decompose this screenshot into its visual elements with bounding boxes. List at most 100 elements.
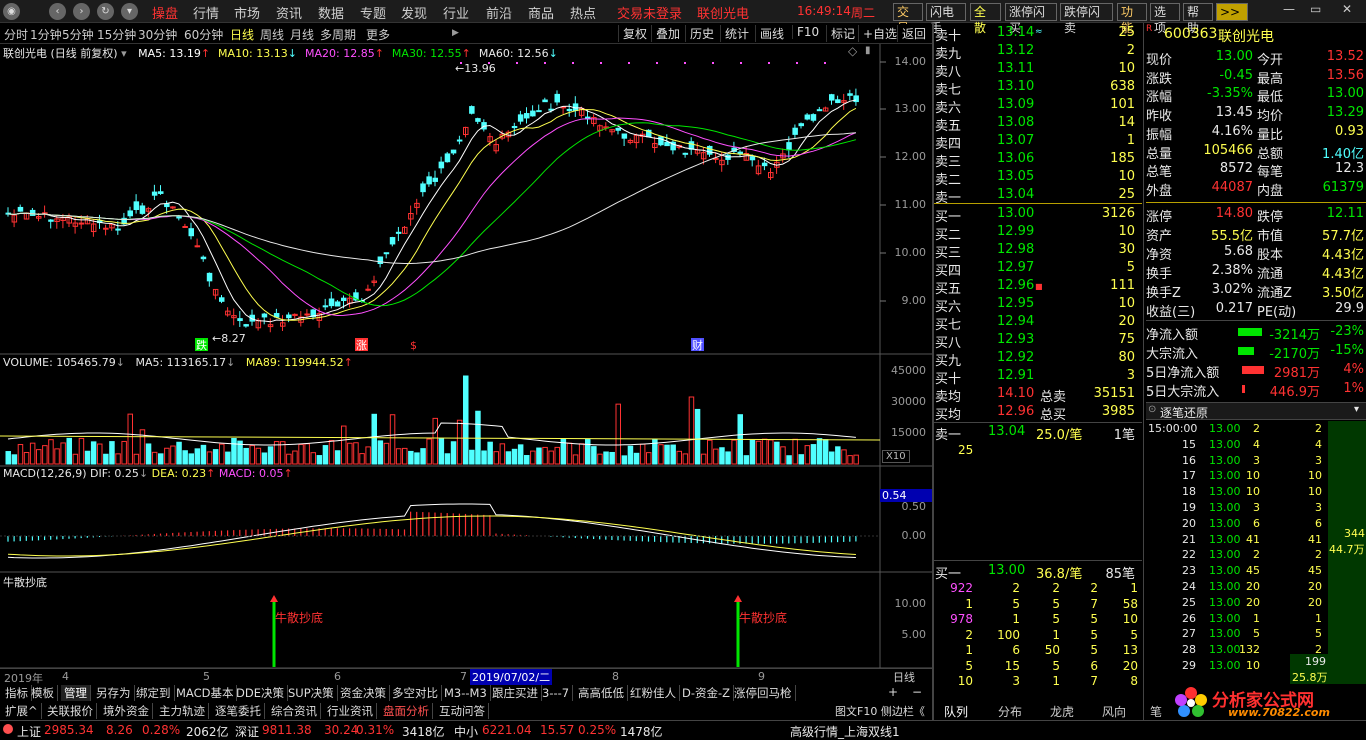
menu-dropdown-icon[interactable]: ▾ [121, 3, 138, 20]
menu-2[interactable]: 市场 [234, 3, 260, 22]
ask-row[interactable]: 卖六 13.09 101 [935, 96, 1141, 116]
tool-0[interactable]: 复权 [618, 25, 647, 42]
ask-row[interactable]: 卖七 13.10 638 [935, 78, 1141, 98]
tool-8[interactable]: 返回 [897, 25, 926, 42]
tool-5[interactable]: F10 [792, 25, 819, 39]
bottom-tab-2[interactable]: 境外资金 [100, 703, 153, 719]
minimize-icon[interactable]: — [1283, 2, 1295, 16]
indicator-tab-2[interactable]: 管理 [61, 685, 91, 701]
right-tab-4[interactable]: 笔 [1150, 703, 1162, 720]
remove-indicator-icon[interactable]: − [912, 685, 922, 699]
index-name[interactable]: 中小 [454, 723, 478, 740]
x-axis-period[interactable]: 日线 [893, 669, 915, 685]
ask-row[interactable]: 卖五 13.08 14 [935, 114, 1141, 134]
tool-2[interactable]: 历史 [685, 25, 714, 42]
bottom-tab-1[interactable]: 关联报价 [44, 703, 97, 719]
tool-1[interactable]: 叠加 [651, 25, 680, 42]
bid-row[interactable]: 买六 12.95 10 [935, 295, 1141, 315]
app-logo-icon[interactable]: ◉ [3, 3, 20, 20]
top-button-6[interactable]: 选项 [1150, 3, 1180, 35]
indicator-tab-5[interactable]: MACD基本 [173, 685, 238, 701]
back-icon[interactable]: ‹ [49, 3, 66, 20]
close-icon[interactable]: ✕ [1342, 2, 1352, 16]
right-tab-1[interactable]: 分布 [998, 703, 1022, 720]
ask-row[interactable]: 卖八 13.11 10 [935, 60, 1141, 80]
bid-row[interactable]: 买四 12.97 5 [935, 259, 1141, 279]
top-button-3[interactable]: 涨停闪买 [1005, 3, 1057, 35]
bid-row[interactable]: 买十 12.91 3 [935, 367, 1141, 387]
connection-status[interactable]: 高级行情_上海双线1 [790, 723, 900, 740]
menu-4[interactable]: 数据 [318, 3, 344, 22]
ask-row[interactable]: 卖三 13.06 185 [935, 150, 1141, 170]
bottom-tab-3[interactable]: 主力轨迹 [156, 703, 209, 719]
menu-0[interactable]: 操盘 [152, 3, 178, 22]
indicator-tab-8[interactable]: 资金决策 [337, 685, 390, 701]
indicator-tab-6[interactable]: DDE决策 [233, 685, 288, 701]
ticks-collapse-icon[interactable]: ⊙ [1148, 404, 1156, 415]
right-tab-2[interactable]: 龙虎 [1050, 703, 1074, 720]
bottom-tab-7[interactable]: 盘面分析 [380, 703, 433, 719]
index-name[interactable]: 上证 [17, 723, 41, 740]
f10-sidebar-toggle[interactable]: 图文F10 侧边栏《 [835, 703, 925, 719]
indicator-tab-10[interactable]: M3--M3 [441, 685, 491, 701]
indicator-tab-3[interactable]: 另存为 [93, 685, 135, 701]
period-4[interactable]: 30分钟 [138, 26, 177, 43]
menu-5[interactable]: 专题 [360, 3, 386, 22]
tool-6[interactable]: 标记 [826, 25, 855, 42]
menu-6[interactable]: 发现 [401, 3, 427, 22]
menu-8[interactable]: 前沿 [486, 3, 512, 22]
menu-7[interactable]: 行业 [443, 3, 469, 22]
period-1[interactable]: 1分钟 [30, 26, 62, 43]
indicator-tab-7[interactable]: SUP决策 [285, 685, 338, 701]
ask-row[interactable]: 卖二 13.05 10 [935, 168, 1141, 188]
top-button-5[interactable]: 功能 [1117, 3, 1147, 35]
bottom-tab-0[interactable]: 扩展^ [2, 703, 42, 719]
bid-row[interactable]: 买八 12.93 75 [935, 331, 1141, 351]
top-button-2[interactable]: 全散 [970, 3, 1001, 35]
maximize-icon[interactable]: ▭ [1310, 2, 1321, 16]
indicator-tab-1[interactable]: 模板 [28, 685, 58, 701]
period-9[interactable]: 多周期 [320, 26, 356, 43]
menu-1[interactable]: 行情 [193, 3, 219, 22]
top-button-4[interactable]: 跌停闪卖 [1060, 3, 1113, 35]
right-tab-3[interactable]: 风向 [1102, 703, 1126, 720]
bid-row[interactable]: 买一 13.00 3126 [935, 205, 1141, 225]
ask-row[interactable]: 卖九 13.12 2 [935, 42, 1141, 62]
period-10[interactable]: 更多 [366, 26, 390, 43]
bottom-tab-4[interactable]: 逐笔委托 [212, 703, 265, 719]
bottom-tab-6[interactable]: 行业资讯 [324, 703, 377, 719]
period-8[interactable]: 月线 [290, 26, 314, 43]
period-7[interactable]: 周线 [260, 26, 284, 43]
forward-icon[interactable]: › [73, 3, 90, 20]
indicator-tab-9[interactable]: 多空对比 [389, 685, 442, 701]
bid-row[interactable]: 买三 12.98 30 [935, 241, 1141, 261]
login-status[interactable]: 交易未登录 [617, 3, 682, 22]
tool-3[interactable]: 统计 [720, 25, 749, 42]
bid-row[interactable]: 买九 12.92 80 [935, 349, 1141, 369]
ticks-expand-icon[interactable]: ▾ [1354, 404, 1359, 415]
menu-10[interactable]: 热点 [570, 3, 596, 22]
bottom-tab-8[interactable]: 互动问答 [436, 703, 489, 719]
bid-row[interactable]: 买二 12.99 10 [935, 223, 1141, 243]
period-5[interactable]: 60分钟 [184, 26, 223, 43]
indicator-tab-12[interactable]: 3---7 [539, 685, 574, 701]
top-button-1[interactable]: 闪电手 [926, 3, 966, 35]
top-button-8[interactable]: >> [1216, 3, 1248, 21]
add-indicator-icon[interactable]: + [888, 685, 898, 699]
tool-4[interactable]: 画线 [755, 25, 784, 42]
menu-9[interactable]: 商品 [528, 3, 554, 22]
tool-7[interactable]: +自选 [858, 25, 897, 42]
period-0[interactable]: 分时 [4, 26, 28, 43]
right-tab-0[interactable]: 队列 [944, 703, 968, 720]
ask-row[interactable]: 卖四 13.07 1 [935, 132, 1141, 152]
period-2[interactable]: 5分钟 [62, 26, 94, 43]
bid-row[interactable]: 买七 12.94 20 [935, 313, 1141, 333]
top-button-7[interactable]: 帮助 [1183, 3, 1213, 35]
period-3[interactable]: 15分钟 [97, 26, 136, 43]
indicator-tab-16[interactable]: 涨停回马枪 [731, 685, 796, 701]
more-chevron-icon[interactable]: ▶ [452, 28, 459, 38]
indicator-tab-11[interactable]: 跟庄买进 [489, 685, 542, 701]
indicator-tab-14[interactable]: 红粉佳人 [627, 685, 680, 701]
indicator-tab-13[interactable]: 高高低低 [575, 685, 628, 701]
top-button-0[interactable]: 交易 [893, 3, 923, 35]
